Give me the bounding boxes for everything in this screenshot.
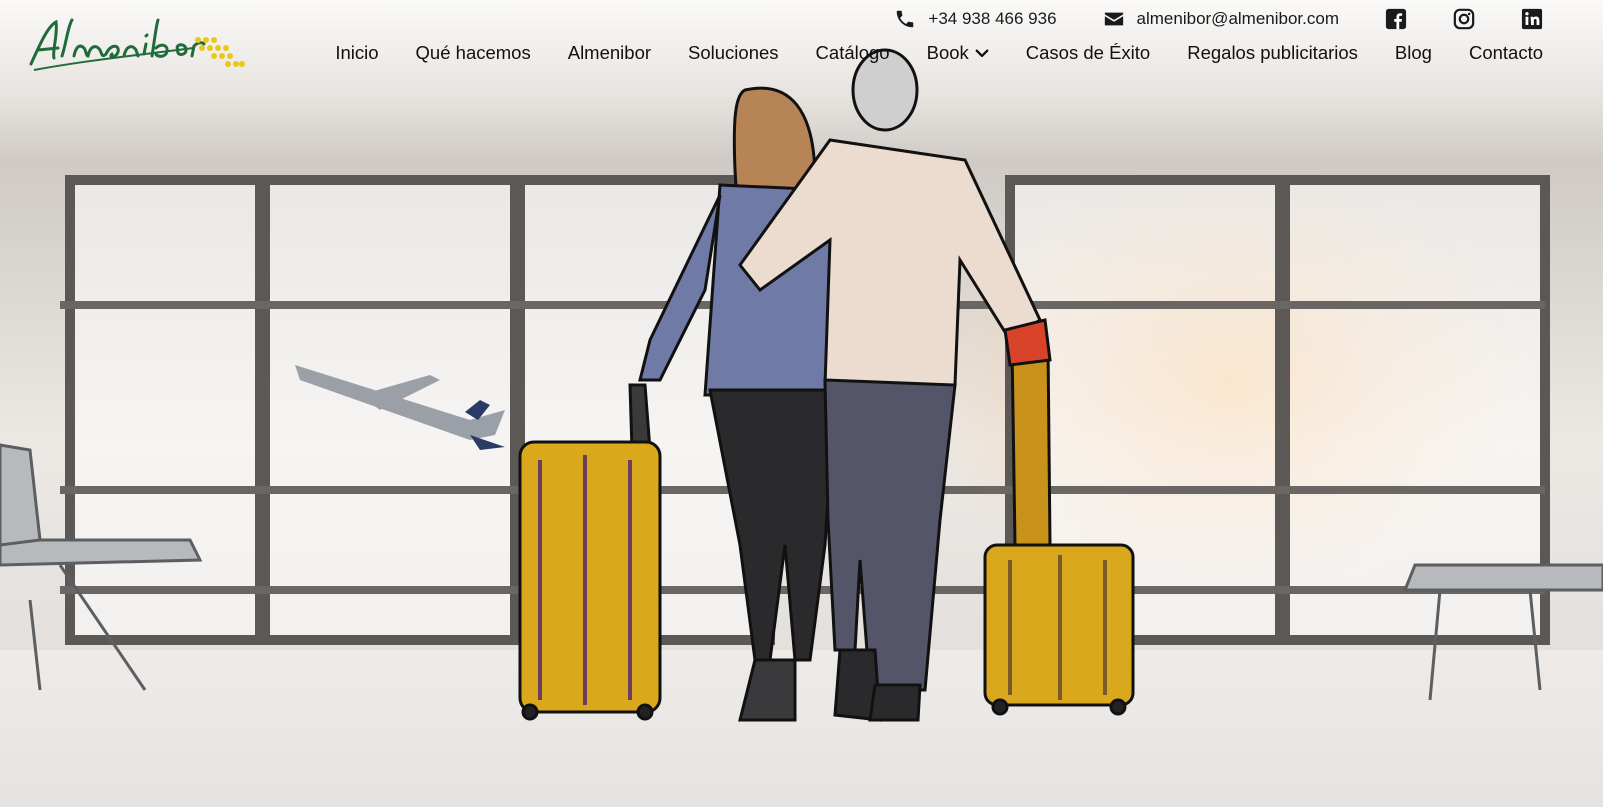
page: +34 938 466 936 almenibor@almenibor.com: [0, 0, 1603, 807]
nav-item-inicio[interactable]: Inicio: [335, 42, 378, 64]
nav-item-catalogo[interactable]: Catálogo: [816, 42, 890, 64]
nav-item-contacto[interactable]: Contacto: [1469, 42, 1543, 64]
email-link[interactable]: almenibor@almenibor.com: [1103, 8, 1339, 30]
envelope-icon: [1104, 12, 1123, 26]
hero-background: [0, 0, 1603, 807]
floor: [0, 650, 1603, 807]
nav-item-soluciones[interactable]: Soluciones: [688, 42, 779, 64]
nav-item-book[interactable]: Book: [927, 42, 989, 64]
phone-number: +34 938 466 936: [928, 9, 1057, 28]
nav-item-book-label: Book: [926, 42, 969, 63]
almenibor-logo[interactable]: [28, 14, 248, 76]
phone-link[interactable]: +34 938 466 936: [894, 8, 1057, 30]
linkedin-icon[interactable]: [1521, 8, 1543, 30]
nav-item-blog[interactable]: Blog: [1395, 42, 1432, 64]
top-contact-bar: +34 938 466 936 almenibor@almenibor.com: [894, 4, 1543, 34]
phone-icon: [897, 10, 914, 28]
nav-item-casos-de-exito[interactable]: Casos de Éxito: [1026, 42, 1150, 64]
chevron-down-icon: [975, 49, 989, 58]
instagram-icon[interactable]: [1453, 8, 1475, 30]
email-address: almenibor@almenibor.com: [1136, 9, 1339, 28]
nav-item-que-hacemos[interactable]: Qué hacemos: [416, 42, 531, 64]
facebook-icon[interactable]: [1385, 8, 1407, 30]
nav-item-almenibor[interactable]: Almenibor: [568, 42, 651, 64]
social-links: [1385, 8, 1543, 30]
nav-item-regalos-publicitarios[interactable]: Regalos publicitarios: [1187, 42, 1358, 64]
main-navigation: Inicio Qué hacemos Almenibor Soluciones …: [335, 42, 1543, 64]
hero-illustration: [0, 48, 1603, 807]
logo-mark: [29, 18, 245, 71]
